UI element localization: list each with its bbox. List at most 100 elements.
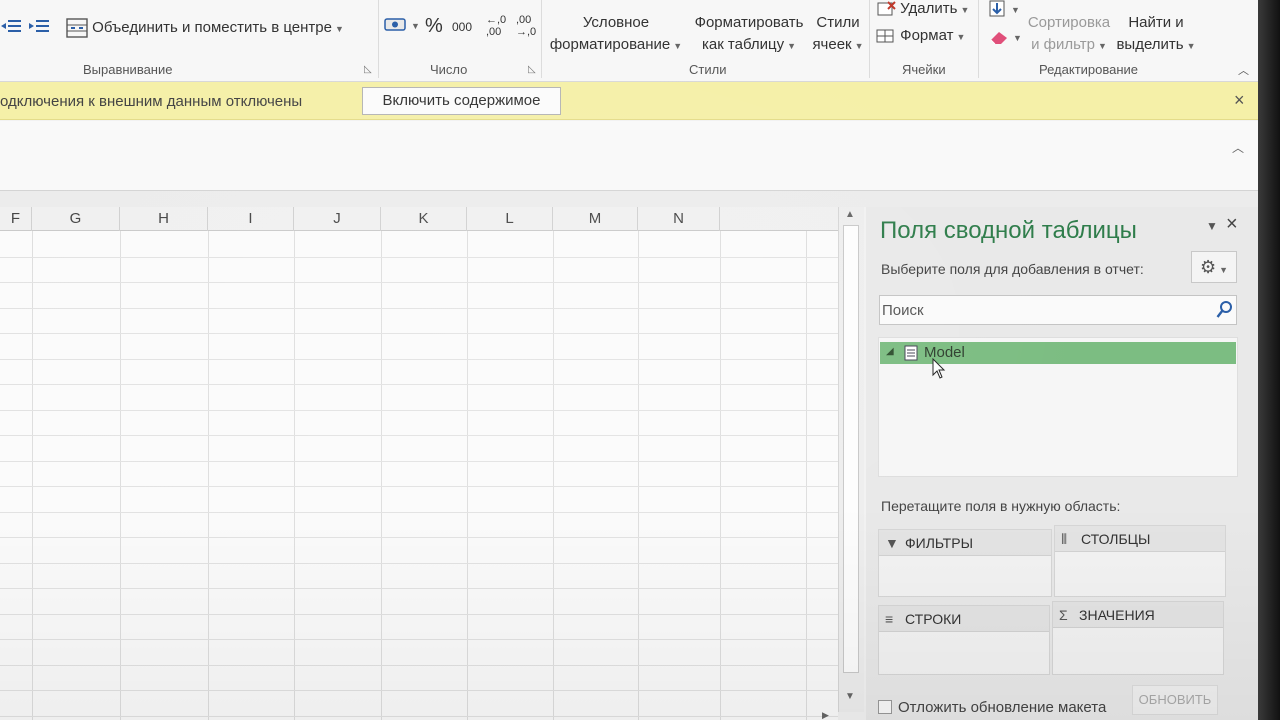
vertical-scrollbar[interactable]: ▲ ▼ <box>838 207 864 712</box>
column-header-k[interactable]: K <box>381 207 467 231</box>
gear-icon[interactable]: ⚙ ▼ <box>1191 251 1237 283</box>
chevron-down-icon: ▼ <box>1011 5 1020 15</box>
decrease-decimal-button[interactable]: ,00 →,0 <box>516 14 542 38</box>
cell-styles-button[interactable]: Стили ячеек ▼ <box>810 12 866 57</box>
mouse-pointer-icon <box>932 357 946 385</box>
column-header-g[interactable]: G <box>32 207 120 231</box>
column-header-l[interactable]: L <box>467 207 553 231</box>
field-search-box[interactable] <box>879 295 1237 325</box>
fill-button[interactable]: ▼ <box>988 0 1020 18</box>
grid-row-line <box>0 690 838 691</box>
conditional-formatting-button[interactable]: Условное форматирование ▼ <box>546 12 686 57</box>
grid-column-line <box>32 231 33 720</box>
columns-area[interactable]: ⦀ СТОЛБЦЫ <box>1054 525 1226 597</box>
grid-row-line <box>0 435 838 436</box>
monitor-bezel <box>1258 0 1280 720</box>
pane-options-chevron-icon[interactable]: ▼ <box>1206 219 1218 233</box>
grid-column-line <box>720 231 721 720</box>
rows-area-label: СТРОКИ <box>905 611 962 627</box>
sort-line1: Сортировка <box>1027 14 1111 31</box>
sort-line2: и фильтр <box>1031 36 1095 53</box>
increase-indent-icon[interactable] <box>28 18 50 36</box>
column-header-f[interactable]: F <box>0 207 32 231</box>
grid-column-line <box>208 231 209 720</box>
values-area[interactable]: Σ ЗНАЧЕНИЯ <box>1052 601 1224 675</box>
grid-row-line <box>0 384 838 385</box>
filters-area-label: ФИЛЬТРЫ <box>905 535 973 551</box>
defer-update-checkbox[interactable] <box>878 700 892 714</box>
accounting-format-button[interactable]: ▼ <box>384 16 420 34</box>
column-header-j[interactable]: J <box>294 207 381 231</box>
grid-column-line <box>553 231 554 720</box>
scroll-up-icon[interactable]: ▲ <box>845 209 855 220</box>
rows-area[interactable]: ≡ СТРОКИ <box>878 605 1050 675</box>
collapse-ribbon-icon[interactable]: ︿ <box>1238 62 1249 78</box>
close-icon[interactable]: × <box>1234 90 1245 111</box>
grid-row-line <box>0 665 838 666</box>
column-header-h[interactable]: H <box>120 207 208 231</box>
columns-area-header: ⦀ СТОЛБЦЫ <box>1055 526 1225 552</box>
field-list: ◢ Model <box>878 337 1238 477</box>
cell-styles-line1: Стили <box>816 14 860 31</box>
grid-row-line <box>0 537 838 538</box>
clear-button[interactable]: ▼ <box>988 28 1022 45</box>
delete-label: Удалить <box>900 0 958 17</box>
grid-row-line <box>0 639 838 640</box>
thousands-separator-button[interactable]: 000 <box>452 20 472 34</box>
enable-content-button[interactable]: Включить содержимое <box>362 87 561 115</box>
chevron-up-icon[interactable]: ︿ <box>1232 139 1244 156</box>
decrease-indent-icon[interactable] <box>0 18 22 36</box>
grid-row-line <box>0 308 838 309</box>
values-area-label: ЗНАЧЕНИЯ <box>1079 607 1155 623</box>
dialog-launcher-icon[interactable]: ◺ <box>364 64 372 75</box>
sheet-top-gap <box>0 191 1258 207</box>
format-label: Формат <box>900 27 954 44</box>
chevron-down-icon: ▼ <box>673 41 683 51</box>
column-header-m[interactable]: M <box>553 207 638 231</box>
worksheet-grid[interactable]: FGHIJKLMN <box>0 207 838 720</box>
increase-decimal-button[interactable]: ←,0 ,00 <box>486 14 512 38</box>
format-cells-button[interactable]: Формат ▼ <box>876 27 965 44</box>
grid-column-line <box>806 231 807 720</box>
filters-area[interactable]: ▼ ФИЛЬТРЫ <box>878 529 1052 597</box>
grid-row-line <box>0 563 838 564</box>
group-separator <box>978 0 979 78</box>
defer-update-option[interactable]: Отложить обновление макета <box>878 699 1106 716</box>
scroll-down-icon[interactable]: ▼ <box>845 691 855 702</box>
columns-icon: ⦀ <box>1061 531 1068 547</box>
collapse-triangle-icon[interactable]: ◢ <box>886 346 894 357</box>
chevron-down-icon: ▼ <box>1186 41 1196 51</box>
group-label-editing: Редактирование <box>1039 62 1139 77</box>
values-area-header: Σ ЗНАЧЕНИЯ <box>1053 602 1223 628</box>
security-warning-bar: одключения к внешним данным отключены Вк… <box>0 82 1258 120</box>
chevron-down-icon: ▼ <box>334 23 344 34</box>
ribbon: Объединить и поместить в центре ▼ Выравни… <box>0 0 1258 82</box>
column-header-i[interactable]: I <box>208 207 294 231</box>
merge-center-button[interactable]: Объединить и поместить в центре ▼ <box>66 18 344 38</box>
close-icon[interactable]: × <box>1226 213 1238 236</box>
scroll-right-icon[interactable]: ▶ <box>822 710 829 720</box>
grid-row-line <box>0 716 838 717</box>
chevron-down-icon: ▼ <box>956 32 966 42</box>
format-table-line2: как таблицу <box>701 36 785 53</box>
update-button[interactable]: ОБНОВИТЬ <box>1132 685 1218 715</box>
sort-filter-button[interactable]: Сортировка и фильтр ▼ <box>1022 12 1116 57</box>
scroll-thumb[interactable] <box>843 225 859 673</box>
drag-fields-prompt: Перетащите поля в нужную область: <box>881 498 1121 514</box>
formula-bar[interactable]: ︿ <box>0 121 1258 191</box>
excel-window: Объединить и поместить в центре ▼ Выравни… <box>0 0 1258 720</box>
delete-cells-button[interactable]: Удалить ▼ <box>876 0 969 17</box>
filters-area-header: ▼ ФИЛЬТРЫ <box>879 530 1051 556</box>
rows-icon: ≡ <box>885 611 894 627</box>
search-input[interactable] <box>882 298 1202 322</box>
column-header-n[interactable]: N <box>638 207 720 231</box>
group-separator <box>541 0 542 78</box>
format-as-table-button[interactable]: Форматировать как таблицу ▼ <box>688 12 810 57</box>
list-item[interactable]: ◢ Model <box>880 342 1236 379</box>
search-icon[interactable] <box>1216 300 1234 325</box>
percent-style-button[interactable]: % <box>425 15 443 38</box>
dialog-launcher-icon[interactable]: ◺ <box>528 64 536 75</box>
defer-update-label: Отложить обновление макета <box>898 699 1107 716</box>
group-separator <box>378 0 379 78</box>
find-select-button[interactable]: Найти и выделить ▼ <box>1116 12 1196 57</box>
